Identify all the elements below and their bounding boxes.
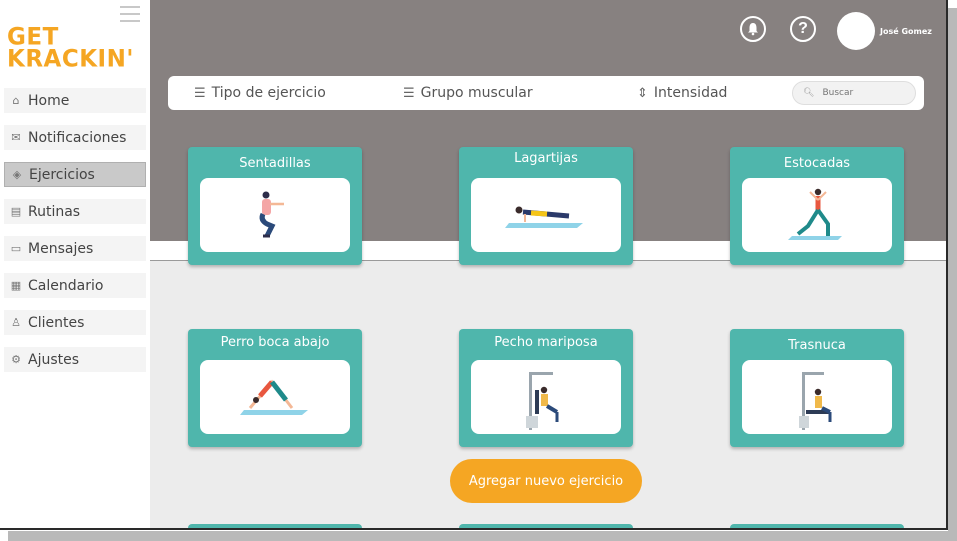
- exercise-title: Lagartijas: [514, 151, 578, 166]
- filter-tipo-ejercicio[interactable]: ☰ Tipo de ejercicio: [194, 85, 326, 101]
- exercise-card-perro-boca-abajo[interactable]: Perro boca abajo: [188, 329, 362, 447]
- exercise-title: Pecho mariposa: [494, 335, 598, 350]
- exercise-title: Sentadillas: [239, 156, 311, 171]
- help-icon[interactable]: ?: [790, 16, 816, 42]
- sidebar-item-rutinas[interactable]: ▤ Rutinas: [4, 199, 146, 224]
- add-exercise-button[interactable]: Agregar nuevo ejercicio: [450, 459, 642, 503]
- chat-icon: ▭: [10, 242, 22, 255]
- exercise-card-trasnuca[interactable]: Trasnuca: [730, 329, 904, 447]
- avatar[interactable]: [837, 12, 875, 50]
- filter-intensidad[interactable]: ⇕ Intensidad: [637, 85, 727, 101]
- sidebar-item-ejercicios[interactable]: ◈ Ejercicios: [4, 162, 146, 187]
- exercise-title: Estocadas: [783, 156, 851, 171]
- calendar-icon: ▦: [10, 279, 22, 292]
- sidebar-item-label: Rutinas: [28, 203, 81, 220]
- sidebar-nav: ⌂ Home ✉ Notificaciones ◈ Ejercicios ▤ R…: [4, 88, 146, 384]
- brand-logo: GET KRACKIN': [7, 23, 134, 73]
- sidebar-item-ajustes[interactable]: ⚙ Ajustes: [4, 347, 146, 372]
- sidebar-item-label: Calendario: [28, 277, 104, 294]
- exercise-card-sentadillas[interactable]: Sentadillas: [188, 147, 362, 265]
- sidebar-item-clientes[interactable]: ♙ Clientes: [4, 310, 146, 335]
- search-icon: 🔍︎: [803, 88, 815, 98]
- downward-dog-illustration: [200, 360, 350, 434]
- bell-icon[interactable]: [740, 16, 766, 42]
- exercise-card-lagartijas[interactable]: Lagartijas: [459, 147, 633, 265]
- filter-label: Grupo muscular: [420, 85, 533, 101]
- menu-icon[interactable]: [120, 6, 140, 22]
- document-icon: ▤: [10, 205, 22, 218]
- sort-icon: ⇕: [637, 86, 648, 101]
- sidebar-item-mensajes[interactable]: ▭ Mensajes: [4, 236, 146, 261]
- exercise-title: Trasnuca: [788, 338, 846, 353]
- sidebar-item-home[interactable]: ⌂ Home: [4, 88, 146, 113]
- gear-icon: ⚙: [11, 353, 21, 366]
- butterfly-machine-illustration: [471, 360, 621, 434]
- main-content: ? José Gomez ☰ Tipo de ejercicio ☰ Grupo m…: [150, 0, 946, 528]
- exercise-icon: ◈: [12, 168, 22, 181]
- app-window: GET KRACKIN' ⌂ Home ✉ Notificaciones ◈ E…: [0, 0, 948, 530]
- exercise-card-peek[interactable]: [188, 524, 362, 528]
- sidebar-item-notificaciones[interactable]: ✉ Notificaciones: [4, 125, 146, 150]
- sidebar-item-label: Home: [28, 92, 70, 109]
- list-icon: ☰: [194, 86, 206, 101]
- list-icon: ☰: [403, 86, 415, 101]
- search-box[interactable]: 🔍︎: [792, 81, 916, 105]
- home-icon: ⌂: [12, 94, 20, 107]
- trasnuca-machine-illustration: [742, 360, 892, 434]
- sidebar-item-calendario[interactable]: ▦ Calendario: [4, 273, 146, 298]
- user-name[interactable]: José Gomez: [880, 27, 932, 36]
- exercise-card-pecho-mariposa[interactable]: Pecho mariposa: [459, 329, 633, 447]
- squat-illustration: [200, 178, 350, 252]
- sidebar-item-label: Notificaciones: [28, 129, 127, 146]
- sidebar: GET KRACKIN' ⌂ Home ✉ Notificaciones ◈ E…: [0, 0, 150, 528]
- search-input[interactable]: [820, 87, 905, 99]
- filter-label: Tipo de ejercicio: [211, 85, 326, 101]
- pushup-illustration: [471, 178, 621, 252]
- user-icon: ♙: [11, 316, 21, 329]
- exercise-card-peek[interactable]: [730, 524, 904, 528]
- exercise-title: Perro boca abajo: [220, 335, 330, 350]
- lunge-illustration: [742, 178, 892, 252]
- filter-bar: ☰ Tipo de ejercicio ☰ Grupo muscular ⇕ Inte…: [168, 76, 924, 110]
- filter-grupo-muscular[interactable]: ☰ Grupo muscular: [403, 85, 533, 101]
- sidebar-item-label: Mensajes: [28, 240, 94, 257]
- sidebar-item-label: Ejercicios: [29, 166, 95, 183]
- exercise-card-estocadas[interactable]: Estocadas: [730, 147, 904, 265]
- sidebar-item-label: Ajustes: [28, 351, 80, 368]
- exercise-card-peek[interactable]: [459, 524, 633, 528]
- filter-label: Intensidad: [653, 85, 728, 101]
- mail-icon: ✉: [11, 131, 21, 144]
- sidebar-item-label: Clientes: [28, 314, 85, 331]
